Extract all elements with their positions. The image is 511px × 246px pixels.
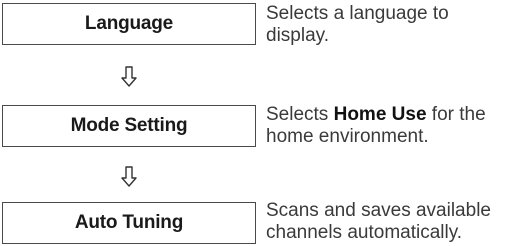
- step-label: Mode Setting: [70, 115, 188, 136]
- step-description-auto-tuning: Scans and saves available channels autom…: [266, 200, 510, 244]
- description-text: Selects: [266, 104, 334, 125]
- step-description-mode-setting: Selects Home Use for the home environmen…: [266, 104, 510, 148]
- step-box-auto-tuning: Auto Tuning: [2, 202, 256, 244]
- down-arrow-icon: [121, 166, 137, 187]
- description-text: Scans and saves available channels autom…: [266, 200, 491, 243]
- down-arrow-icon: [121, 66, 137, 87]
- step-box-language: Language: [2, 3, 256, 45]
- step-description-language: Selects a language to display.: [266, 3, 510, 47]
- description-text: Selects a language to display.: [266, 3, 449, 46]
- highlight-text: Home Use: [333, 104, 427, 125]
- step-label: Language: [84, 13, 174, 34]
- step-label: Auto Tuning: [74, 212, 184, 233]
- step-box-mode-setting: Mode Setting: [2, 105, 256, 147]
